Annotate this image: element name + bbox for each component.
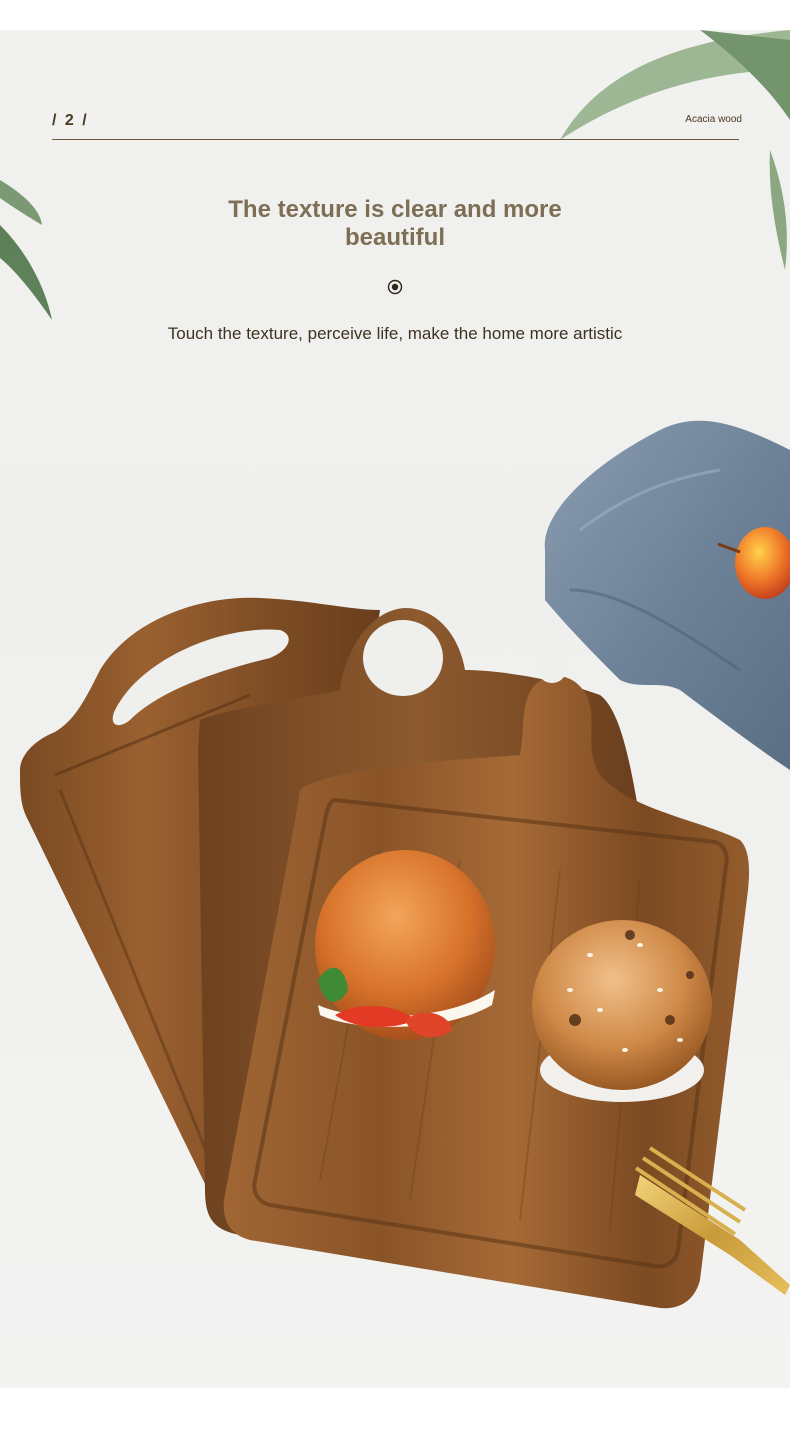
- page-number: / 2 /: [52, 112, 89, 129]
- header-divider: [52, 139, 739, 140]
- product-detail-page: / 2 / Acacia wood The texture is clear a…: [0, 0, 790, 1432]
- headline: The texture is clear and more beautiful: [195, 196, 595, 252]
- target-icon: [387, 279, 403, 295]
- tagline: Touch the texture, perceive life, make t…: [167, 324, 623, 343]
- material-label: Acacia wood: [685, 114, 742, 125]
- headline-line-1: The texture is clear and more: [228, 196, 562, 223]
- headline-line-2: beautiful: [345, 224, 445, 251]
- plant-leaves-left: [0, 180, 52, 320]
- product-photo: / 2 / Acacia wood The texture is clear a…: [0, 30, 790, 1388]
- cream-bun: [315, 850, 495, 1040]
- seeded-bun: [532, 920, 712, 1102]
